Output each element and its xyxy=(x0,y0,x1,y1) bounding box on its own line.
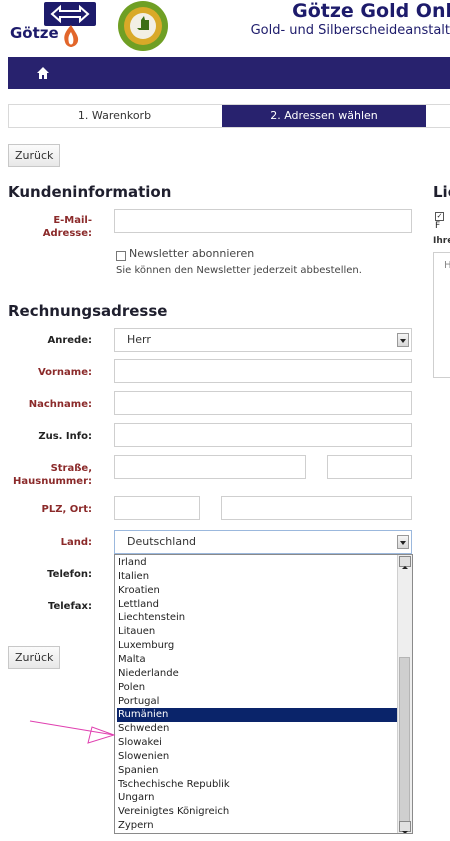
dropdown-option[interactable]: Tschechische Republik xyxy=(117,778,400,792)
firstname-field[interactable] xyxy=(114,359,412,383)
annotation-arrow-icon xyxy=(29,720,116,744)
house-number-field[interactable] xyxy=(327,455,412,479)
dropdown-option[interactable]: Kroatien xyxy=(117,584,400,598)
salutation-select[interactable]: Herr xyxy=(114,328,412,352)
brand-title: Götze Gold Onl xyxy=(292,0,450,22)
lastname-label: Nachname: xyxy=(28,399,92,410)
street-label: Straße, Hausnummer: xyxy=(13,463,92,487)
flame-logo-icon xyxy=(64,25,79,47)
back-button-bottom[interactable]: Zurück xyxy=(8,646,61,669)
email-field[interactable] xyxy=(114,209,412,233)
country-label: Land: xyxy=(60,537,92,548)
lastname-field[interactable] xyxy=(114,391,412,415)
newsletter-checkbox[interactable] xyxy=(116,251,126,261)
scroll-down-icon[interactable] xyxy=(399,821,411,833)
email-label: E-Mail-Adresse: xyxy=(42,215,92,239)
delivery-heading: Lie xyxy=(433,183,450,201)
billing-heading: Rechnungsadresse xyxy=(8,302,168,320)
phone-label: Telefon: xyxy=(47,569,92,580)
zip-city-label: PLZ, Ort: xyxy=(41,504,92,515)
chevron-down-icon[interactable] xyxy=(397,535,409,549)
dropdown-option[interactable]: Litauen xyxy=(117,625,400,639)
dropdown-option[interactable]: Lettland xyxy=(117,598,400,612)
fax-label: Telefax: xyxy=(47,601,92,612)
comment-textarea[interactable]: H xyxy=(433,252,450,378)
scrollbar-thumb[interactable] xyxy=(399,657,410,823)
dropdown-option[interactable]: Slowakei xyxy=(117,736,400,750)
country-value: Deutschland xyxy=(127,535,197,548)
dropdown-option[interactable]: Schweden xyxy=(117,722,400,736)
dropdown-option[interactable]: Spanien xyxy=(117,764,400,778)
dropdown-option[interactable]: Rumänien xyxy=(117,708,400,723)
extra-info-field[interactable] xyxy=(114,423,412,447)
brand-subtitle: Gold- und Silberscheideanstalt xyxy=(250,23,450,38)
dropdown-option[interactable]: Polen xyxy=(117,681,400,695)
step-cart[interactable]: 1. Warenkorb xyxy=(9,105,220,127)
scroll-up-icon[interactable] xyxy=(399,556,411,569)
salutation-value: Herr xyxy=(127,333,151,346)
dropdown-option[interactable]: Italien xyxy=(117,570,400,584)
newsletter-hint: Sie können den Newsletter jederzeit abbe… xyxy=(116,265,362,276)
main-navbar xyxy=(8,57,450,89)
dropdown-option[interactable]: Liechtenstein xyxy=(117,611,400,625)
zip-field[interactable] xyxy=(114,496,200,520)
delivery-checkbox[interactable]: ✓ F xyxy=(435,211,450,231)
street-field[interactable] xyxy=(114,455,306,479)
ekomi-seal[interactable] xyxy=(117,0,169,52)
firstname-label: Vorname: xyxy=(37,367,92,378)
dropdown-option[interactable]: Portugal xyxy=(117,695,400,709)
dropdown-option[interactable]: Niederlande xyxy=(117,667,400,681)
dropdown-option[interactable]: Zypern xyxy=(117,819,400,833)
home-icon[interactable] xyxy=(35,65,51,81)
dropdown-option[interactable]: Luxemburg xyxy=(117,639,400,653)
back-button-top[interactable]: Zurück xyxy=(8,144,61,167)
dropdown-option[interactable]: Slowenien xyxy=(117,750,400,764)
step-addresses[interactable]: 2. Adressen wählen xyxy=(222,105,426,127)
double-arrow-icon xyxy=(50,4,90,24)
logo-arrow-box xyxy=(44,2,96,26)
dropdown-scrollbar[interactable] xyxy=(397,555,412,833)
dropdown-option[interactable]: Malta xyxy=(117,653,400,667)
city-field[interactable] xyxy=(221,496,412,520)
chevron-down-icon[interactable] xyxy=(397,333,409,347)
salutation-label: Anrede: xyxy=(47,335,92,346)
comment-label: Ihre xyxy=(433,236,450,246)
newsletter-label[interactable]: Newsletter abonnieren xyxy=(129,247,254,260)
country-select[interactable]: Deutschland xyxy=(114,530,412,554)
checkout-steps: 1. Warenkorb 2. Adressen wählen xyxy=(8,104,450,128)
country-dropdown-list[interactable]: Irland Italien Kroatien Lettland Liechtenste… xyxy=(114,554,413,834)
logo-text: Götze xyxy=(10,24,59,42)
dropdown-option[interactable]: Irland xyxy=(117,556,400,570)
dropdown-option[interactable]: Ungarn xyxy=(117,791,400,805)
extra-info-label: Zus. Info: xyxy=(38,431,92,442)
dropdown-option[interactable]: Vereinigtes Königreich xyxy=(117,805,400,819)
customer-info-heading: Kundeninformation xyxy=(8,183,172,201)
